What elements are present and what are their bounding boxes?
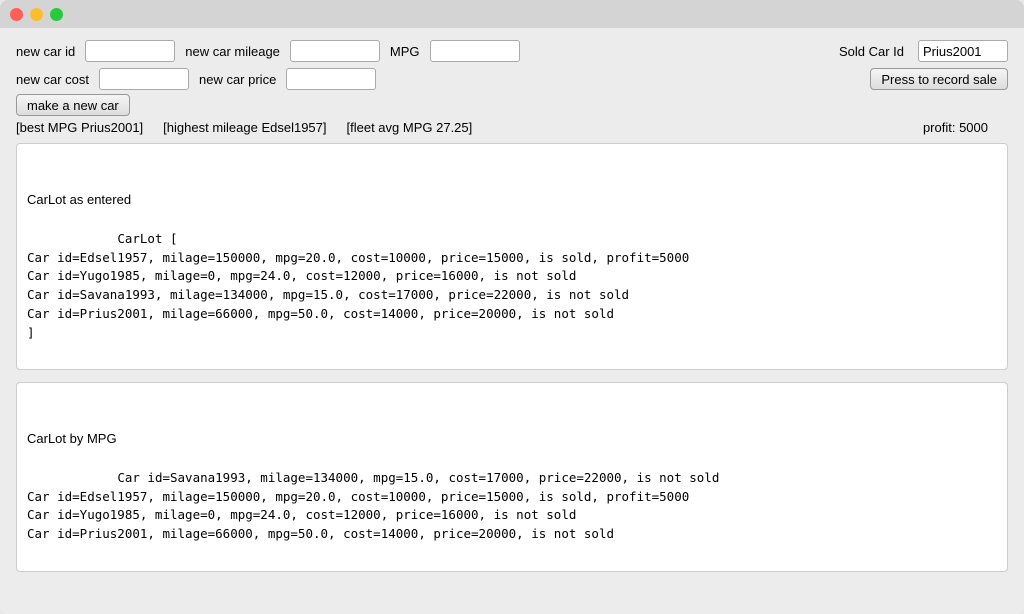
new-car-price-label: new car price xyxy=(199,72,276,87)
minimize-button[interactable] xyxy=(30,8,43,21)
close-button[interactable] xyxy=(10,8,23,21)
mpg-label: MPG xyxy=(390,44,420,59)
maximize-button[interactable] xyxy=(50,8,63,21)
make-car-button[interactable]: make a new car xyxy=(16,94,130,116)
new-car-mileage-input[interactable] xyxy=(290,40,380,62)
mpg-input[interactable] xyxy=(430,40,520,62)
new-car-id-label: new car id xyxy=(16,44,75,59)
carlot-as-entered-content: CarLot [ Car id=Edsel1957, milage=150000… xyxy=(27,231,689,340)
sold-car-id-input[interactable] xyxy=(918,40,1008,62)
carlot-as-entered-title: CarLot as entered xyxy=(27,190,997,210)
new-car-cost-input[interactable] xyxy=(99,68,189,90)
main-content: new car id new car mileage MPG Sold Car … xyxy=(0,28,1024,614)
best-mpg-stat: [best MPG Prius2001] xyxy=(16,120,143,135)
new-car-cost-label: new car cost xyxy=(16,72,89,87)
sold-car-id-label: Sold Car Id xyxy=(839,44,904,59)
highest-mileage-stat: [highest mileage Edsel1957] xyxy=(163,120,326,135)
carlot-as-entered-box: CarLot as entered CarLot [ Car id=Edsel1… xyxy=(16,143,1008,370)
profit-label: profit: 5000 xyxy=(923,120,1008,135)
new-car-price-input[interactable] xyxy=(286,68,376,90)
new-car-id-input[interactable] xyxy=(85,40,175,62)
fleet-avg-mpg-stat: [fleet avg MPG 27.25] xyxy=(347,120,473,135)
carlot-by-mpg-title: CarLot by MPG xyxy=(27,429,997,449)
record-sale-button[interactable]: Press to record sale xyxy=(870,68,1008,90)
titlebar xyxy=(0,0,1024,28)
carlot-by-mpg-content: Car id=Savana1993, milage=134000, mpg=15… xyxy=(27,470,719,541)
new-car-mileage-label: new car mileage xyxy=(185,44,280,59)
app-window: new car id new car mileage MPG Sold Car … xyxy=(0,0,1024,614)
carlot-by-mpg-box: CarLot by MPG Car id=Savana1993, milage=… xyxy=(16,382,1008,572)
